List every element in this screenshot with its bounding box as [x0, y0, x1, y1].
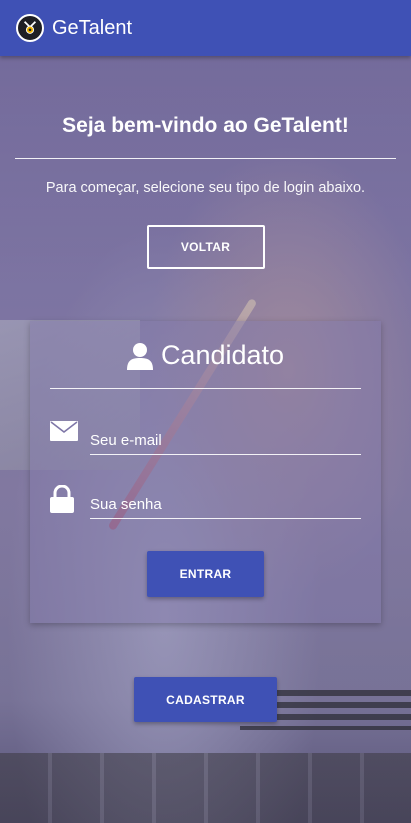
welcome-heading: Seja bem-vindo ao GeTalent!: [62, 114, 349, 137]
card-title: Candidato: [160, 340, 285, 370]
card-header: Candidato: [30, 340, 381, 371]
register-button[interactable]: CADASTRAR: [134, 677, 277, 722]
password-input[interactable]: [90, 491, 361, 519]
login-button[interactable]: ENTRAR: [147, 551, 264, 597]
email-field: [50, 421, 361, 457]
login-card: Candidato ENTRAR: [30, 321, 381, 623]
back-button[interactable]: VOLTAR: [146, 225, 265, 269]
background-keyboard: [0, 753, 411, 823]
envelope-icon: [50, 421, 78, 446]
app-title: GeTalent: [52, 16, 133, 39]
subtitle-text: Para começar, selecione seu tipo de logi…: [45, 180, 366, 196]
card-divider: [50, 388, 361, 389]
main-content: Seja bem-vindo ao GeTalent! Para começar…: [0, 56, 411, 722]
heading-divider: [15, 158, 396, 159]
lock-icon: [50, 484, 74, 518]
app-bar: GeTalent: [0, 0, 411, 56]
email-input[interactable]: [90, 427, 361, 455]
user-icon: [126, 342, 153, 370]
helmet-logo-icon[interactable]: [16, 14, 44, 42]
password-field: [50, 484, 361, 521]
